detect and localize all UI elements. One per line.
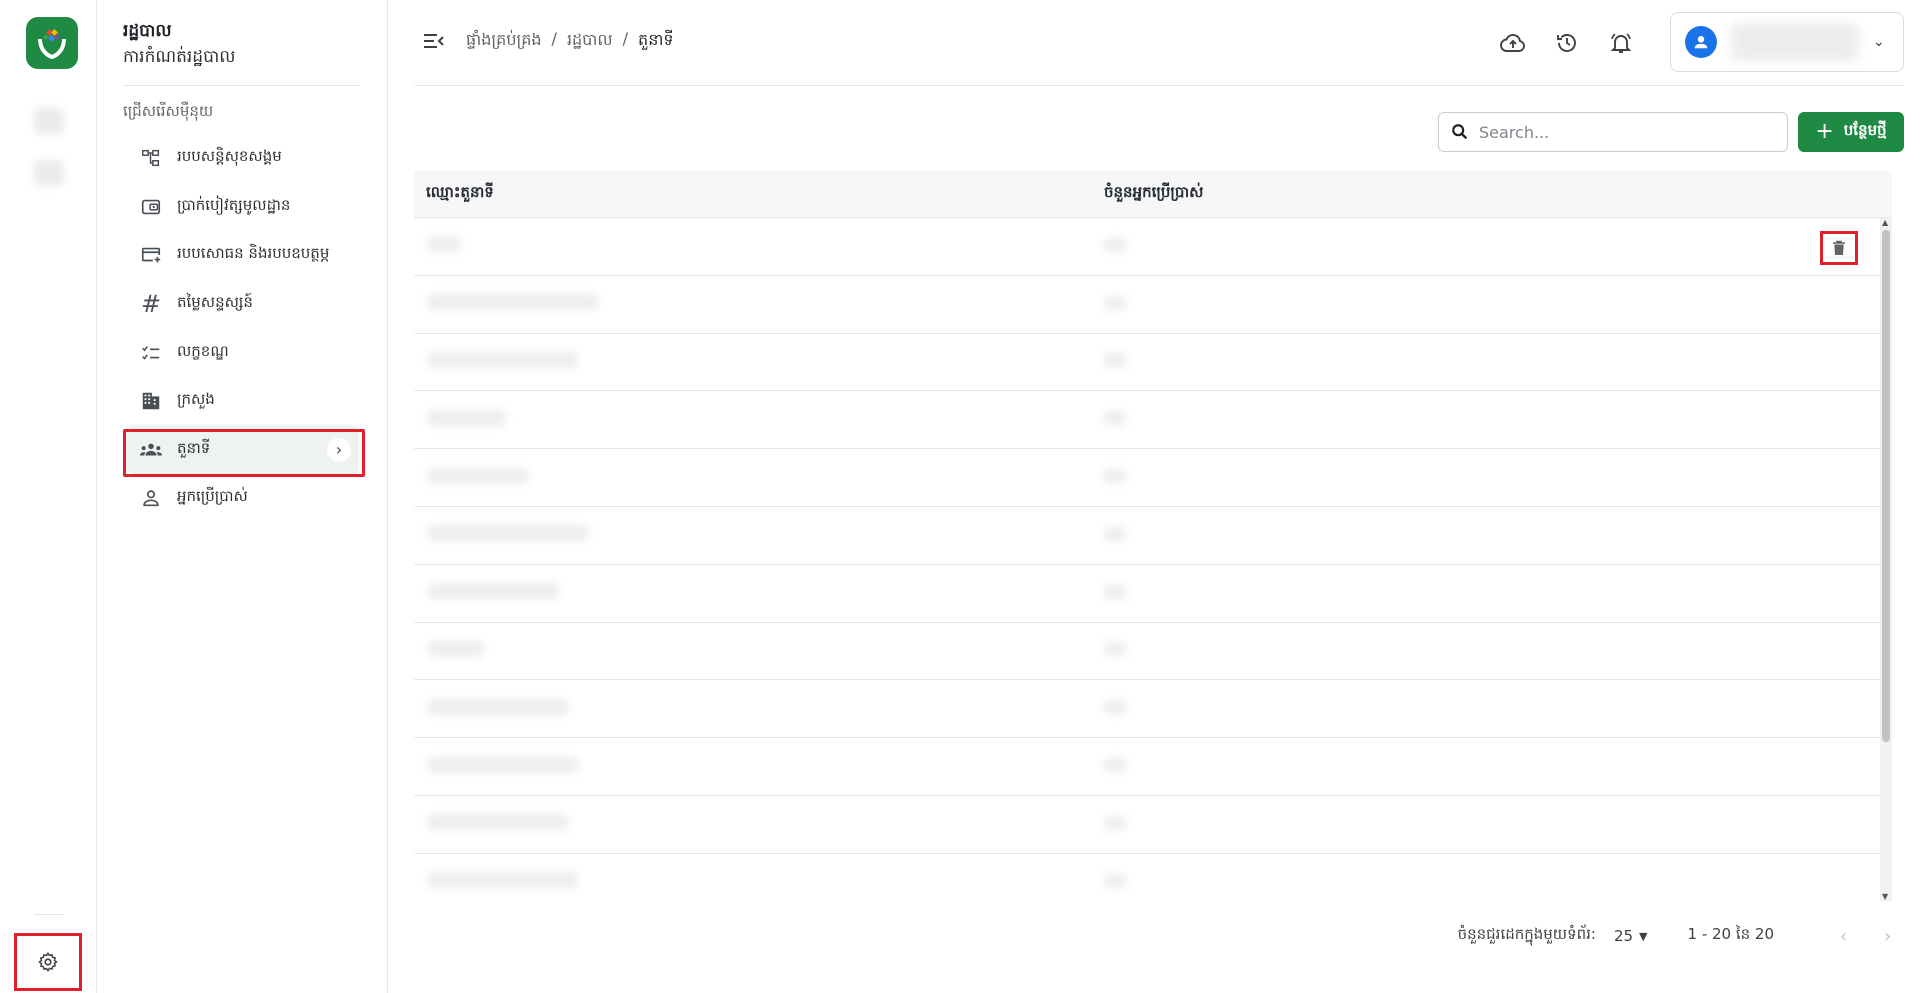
table-row[interactable] <box>414 391 1892 450</box>
sidebar-item-label: លក្ខខណ្ឌ <box>177 341 229 360</box>
table-row[interactable] <box>414 276 1892 334</box>
group-icon <box>139 438 163 462</box>
sidebar-item-index-value[interactable]: # តម្លៃសន្ទស្សន៍ <box>127 280 359 329</box>
next-page-button[interactable]: › <box>1884 926 1904 947</box>
table-row[interactable] <box>414 449 1892 507</box>
delete-button[interactable] <box>1820 231 1858 265</box>
table-row[interactable] <box>414 623 1892 681</box>
sidebar-item-label: តម្លៃសន្ទស្សន៍ <box>177 293 253 312</box>
rail-item-blurred[interactable] <box>34 160 64 186</box>
history-icon <box>1557 34 1576 52</box>
upload-button[interactable] <box>1498 28 1528 58</box>
page-range: 1 - 20 នៃ 20 <box>1687 925 1774 943</box>
card-add-icon <box>139 243 163 267</box>
sidebar-item-label: ក្រសួង <box>177 390 215 409</box>
gear-icon <box>38 952 58 972</box>
app-logo[interactable] <box>26 17 78 69</box>
add-new-label: បន្ថែមថ្មី <box>1843 121 1887 139</box>
building-icon <box>139 389 163 413</box>
rows-per-page-label: ចំនួនជួរដេកក្នុងមួយទំព័រ: <box>1457 925 1596 943</box>
breadcrumb-separator: / <box>551 29 557 48</box>
top-actions <box>1498 28 1636 58</box>
caret-down-icon[interactable]: ▼ <box>1639 930 1647 943</box>
breadcrumb-current: តួនាទី <box>638 30 674 49</box>
table-row[interactable] <box>414 738 1892 796</box>
rows-per-page-select[interactable]: 25 <box>1614 927 1633 945</box>
sidebar-item-label: អ្នកប្រើប្រាស់ <box>177 487 248 506</box>
chevron-right-icon[interactable]: › <box>327 437 351 462</box>
top-bar: ផ្ទាំងគ្រប់គ្រង / រដ្ឋបាល / តួនាទី ⌄ <box>414 0 1904 86</box>
sidebar-item-ministry[interactable]: ក្រសួង <box>127 377 359 426</box>
user-avatar-icon <box>1694 36 1708 49</box>
app-rail <box>0 0 97 993</box>
trash-icon <box>1833 240 1845 255</box>
checklist-icon <box>139 341 163 365</box>
sidebar-item-label: តួនាទី <box>177 438 211 457</box>
table-row[interactable] <box>414 334 1892 392</box>
history-button[interactable] <box>1552 28 1582 58</box>
sidebar-title: រដ្ឋបាល <box>123 21 172 41</box>
sidebar-section-label: ជ្រើសរើសម៉ឺនុយ <box>123 102 214 120</box>
hierarchy-icon <box>139 146 163 170</box>
sidebar-item-conditions[interactable]: លក្ខខណ្ឌ <box>127 328 359 377</box>
cloud-upload-icon <box>1500 34 1525 52</box>
search-icon <box>1451 123 1469 145</box>
sidebar-item-social-security[interactable]: របបសន្តិសុខសង្គម <box>127 134 359 183</box>
notifications-button[interactable] <box>1606 28 1636 58</box>
person-icon <box>139 486 163 510</box>
avatar <box>1685 26 1717 58</box>
roles-table: ឈ្មោះតួនាទី ចំនួនអ្នកប្រើប្រាស់ ▲ ▼ <box>414 171 1892 901</box>
user-menu[interactable]: ⌄ <box>1670 12 1904 72</box>
table-row[interactable] <box>414 854 1892 901</box>
plus-icon: + <box>1815 119 1834 144</box>
breadcrumb-separator: / <box>622 29 629 48</box>
chevron-down-icon: ⌄ <box>1873 34 1885 50</box>
add-new-button[interactable]: + បន្ថែមថ្មី <box>1798 112 1904 152</box>
pagination: ចំនួនជួរដេកក្នុងមួយទំព័រ: 25 ▼ 1 - 20 នៃ… <box>1458 920 1904 952</box>
sidebar-item-label: របបសោធន និងរបបឧបត្ថម្ភ <box>177 244 330 263</box>
rail-divider <box>34 914 64 915</box>
table-row[interactable] <box>414 796 1892 854</box>
sidebar-item-users[interactable]: អ្នកប្រើប្រាស់ <box>127 474 359 523</box>
breadcrumb-admin[interactable]: រដ្ឋបាល <box>567 29 613 53</box>
settings-button[interactable] <box>14 933 82 991</box>
table-body: ▲ ▼ <box>414 218 1892 901</box>
sidebar-item-label: ប្រាក់បៀវត្សមូលដ្ឋាន <box>177 195 291 214</box>
hands-heart-icon <box>38 28 66 60</box>
search-input[interactable] <box>1479 122 1769 142</box>
menu-open-icon <box>424 34 444 48</box>
hash-icon: # <box>140 290 162 319</box>
menu-collapse-button[interactable] <box>422 30 448 54</box>
table-toolbar: + បន្ថែមថ្មី <box>414 96 1904 152</box>
column-header-user-count[interactable]: ចំនួនអ្នកប្រើប្រាស់ <box>1104 183 1203 205</box>
scroll-down-arrow-icon[interactable]: ▼ <box>1882 892 1888 901</box>
rail-item-blurred[interactable] <box>34 108 64 134</box>
bell-icon <box>1610 33 1632 53</box>
scroll-up-arrow-icon[interactable]: ▲ <box>1882 218 1888 227</box>
table-scrollbar[interactable]: ▲ ▼ <box>1880 218 1892 901</box>
breadcrumb: ផ្ទាំងគ្រប់គ្រង / រដ្ឋបាល / តួនាទី <box>466 29 674 53</box>
table-row[interactable] <box>414 680 1892 739</box>
table-header: ឈ្មោះតួនាទី ចំនួនអ្នកប្រើប្រាស់ <box>414 171 1892 218</box>
sidebar-item-label: របបសន្តិសុខសង្គម <box>177 147 282 166</box>
sidebar-item-base-salary[interactable]: ប្រាក់បៀវត្សមូលដ្ឋាន <box>127 183 359 232</box>
sidebar-item-roles[interactable]: តួនាទី › <box>123 425 365 477</box>
sidebar-subtitle: ការកំណត់រដ្ឋបាល <box>123 47 236 67</box>
sidebar: រដ្ឋបាល ការកំណត់រដ្ឋបាល ជ្រើសរើសម៉ឺនុយ រ… <box>97 0 388 993</box>
sidebar-menu: របបសន្តិសុខសង្គម ប្រាក់បៀវត្សមូលដ្ឋាន រប… <box>123 134 365 523</box>
column-header-role-name[interactable]: ឈ្មោះតួនាទី <box>414 183 1104 205</box>
sidebar-divider <box>123 85 359 86</box>
scrollbar-thumb[interactable] <box>1882 230 1890 742</box>
table-row[interactable] <box>414 218 1892 276</box>
previous-page-button[interactable]: ‹ <box>1840 926 1860 947</box>
breadcrumb-dashboard[interactable]: ផ្ទាំងគ្រប់គ្រង <box>466 29 542 53</box>
table-row[interactable] <box>414 507 1892 565</box>
user-name-blurred <box>1731 23 1859 61</box>
search-box[interactable] <box>1438 112 1788 152</box>
sidebar-item-pension[interactable]: របបសោធន និងរបបឧបត្ថម្ភ <box>127 231 359 280</box>
table-row[interactable] <box>414 565 1892 623</box>
wallet-icon <box>139 195 163 219</box>
